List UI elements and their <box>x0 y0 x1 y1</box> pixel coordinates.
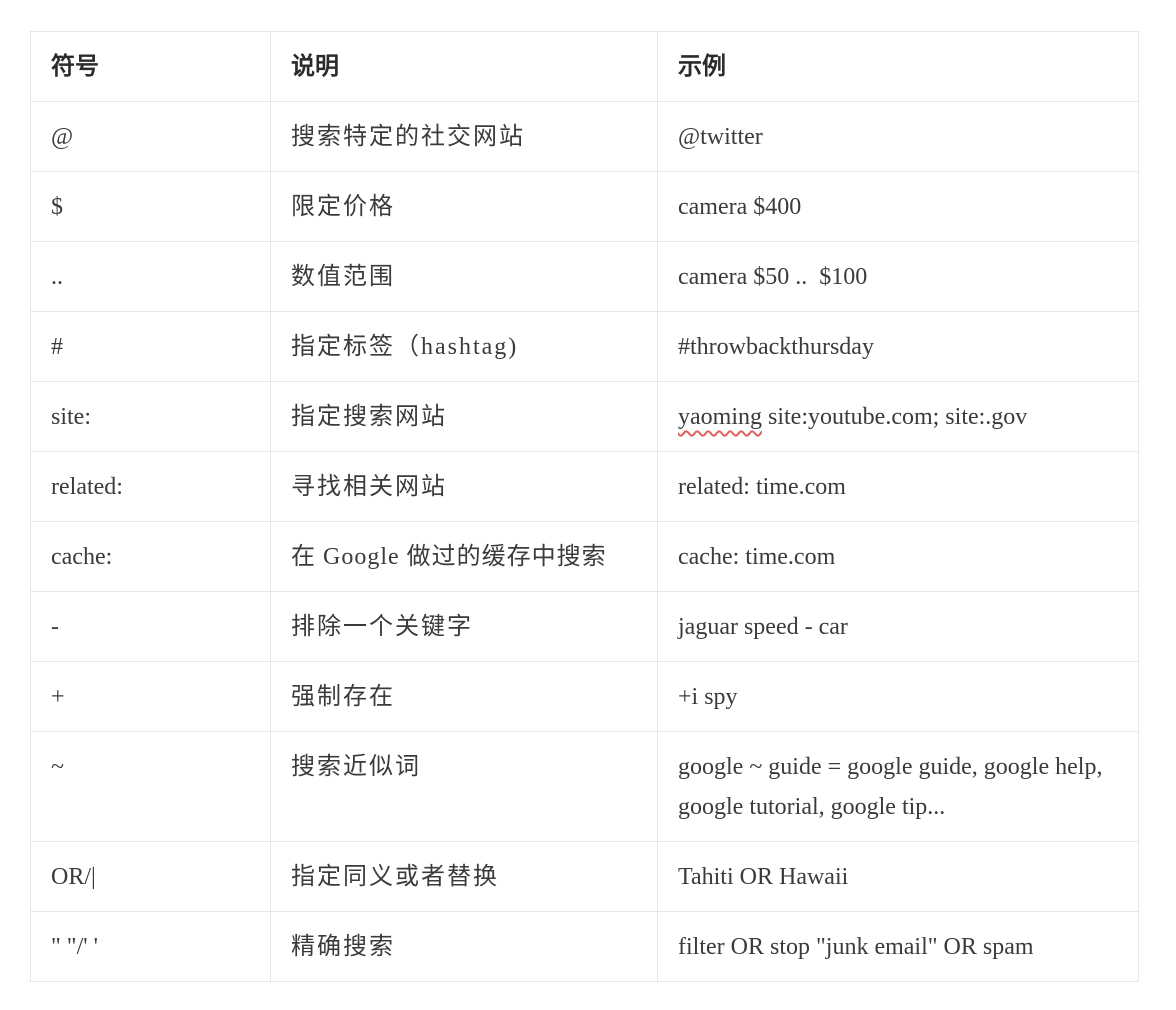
symbol-cell: @ <box>30 101 271 172</box>
example-cell: yaoming site:youtube.com; site:.gov <box>657 381 1139 452</box>
symbol-cell: cache: <box>30 521 271 592</box>
misspelled-word[interactable]: yaoming <box>678 404 762 430</box>
header-symbol: 符号 <box>30 31 271 102</box>
example-cell: @twitter <box>657 101 1139 172</box>
example-cell: filter OR stop "junk email" OR spam <box>657 911 1139 982</box>
description-cell: 限定价格 <box>270 171 658 242</box>
symbol-cell: ~ <box>30 731 271 842</box>
example-cell: related: time.com <box>657 451 1139 522</box>
description-cell: 指定标签（hashtag) <box>270 311 658 382</box>
symbol-cell: site: <box>30 381 271 452</box>
example-cell: cache: time.com <box>657 521 1139 592</box>
table-row: $ 限定价格 camera $400 <box>30 171 1139 242</box>
symbol-cell: .. <box>30 241 271 312</box>
symbol-cell: # <box>30 311 271 382</box>
header-example: 示例 <box>657 31 1139 102</box>
symbol-cell: + <box>30 661 271 732</box>
table-row: " "/' ' 精确搜索 filter OR stop "junk email"… <box>30 911 1139 982</box>
table-header: 符号 说明 示例 <box>30 31 1139 102</box>
description-cell: 搜索近似词 <box>270 731 658 842</box>
table-row: # 指定标签（hashtag) #throwbackthursday <box>30 311 1139 382</box>
description-cell: 指定搜索网站 <box>270 381 658 452</box>
table-row: cache: 在 Google 做过的缓存中搜索 cache: time.com <box>30 521 1139 592</box>
symbol-cell: $ <box>30 171 271 242</box>
example-cell: #throwbackthursday <box>657 311 1139 382</box>
example-cell: jaguar speed - car <box>657 591 1139 662</box>
example-cell: camera $50 .. $100 <box>657 241 1139 312</box>
description-cell: 在 Google 做过的缓存中搜索 <box>270 521 658 592</box>
example-text: site:youtube.com; site:.gov <box>762 404 1028 430</box>
symbol-cell: related: <box>30 451 271 522</box>
table-header-row: 符号 说明 示例 <box>30 31 1139 102</box>
table-row: .. 数值范围 camera $50 .. $100 <box>30 241 1139 312</box>
table-row: OR/| 指定同义或者替换 Tahiti OR Hawaii <box>30 841 1139 912</box>
example-cell: google ~ guide = google guide, google he… <box>657 731 1139 842</box>
search-operators-table: 符号 说明 示例 @ 搜索特定的社交网站 @twitter $ 限定价格 cam… <box>30 31 1139 982</box>
description-cell: 数值范围 <box>270 241 658 312</box>
description-cell: 强制存在 <box>270 661 658 732</box>
description-cell: 搜索特定的社交网站 <box>270 101 658 172</box>
table-row: @ 搜索特定的社交网站 @twitter <box>30 101 1139 172</box>
table-body: @ 搜索特定的社交网站 @twitter $ 限定价格 camera $400 … <box>30 101 1139 982</box>
description-cell: 指定同义或者替换 <box>270 841 658 912</box>
table-row: - 排除一个关键字 jaguar speed - car <box>30 591 1139 662</box>
header-description: 说明 <box>270 31 658 102</box>
example-cell: camera $400 <box>657 171 1139 242</box>
table-row: site: 指定搜索网站 yaoming site:youtube.com; s… <box>30 381 1139 452</box>
description-cell: 寻找相关网站 <box>270 451 658 522</box>
symbol-cell: " "/' ' <box>30 911 271 982</box>
symbol-cell: OR/| <box>30 841 271 912</box>
example-cell: Tahiti OR Hawaii <box>657 841 1139 912</box>
table-row: related: 寻找相关网站 related: time.com <box>30 451 1139 522</box>
symbol-cell: - <box>30 591 271 662</box>
description-cell: 精确搜索 <box>270 911 658 982</box>
example-cell: +i spy <box>657 661 1139 732</box>
table-row: ~ 搜索近似词 google ~ guide = google guide, g… <box>30 731 1139 842</box>
description-cell: 排除一个关键字 <box>270 591 658 662</box>
table-row: + 强制存在 +i spy <box>30 661 1139 732</box>
